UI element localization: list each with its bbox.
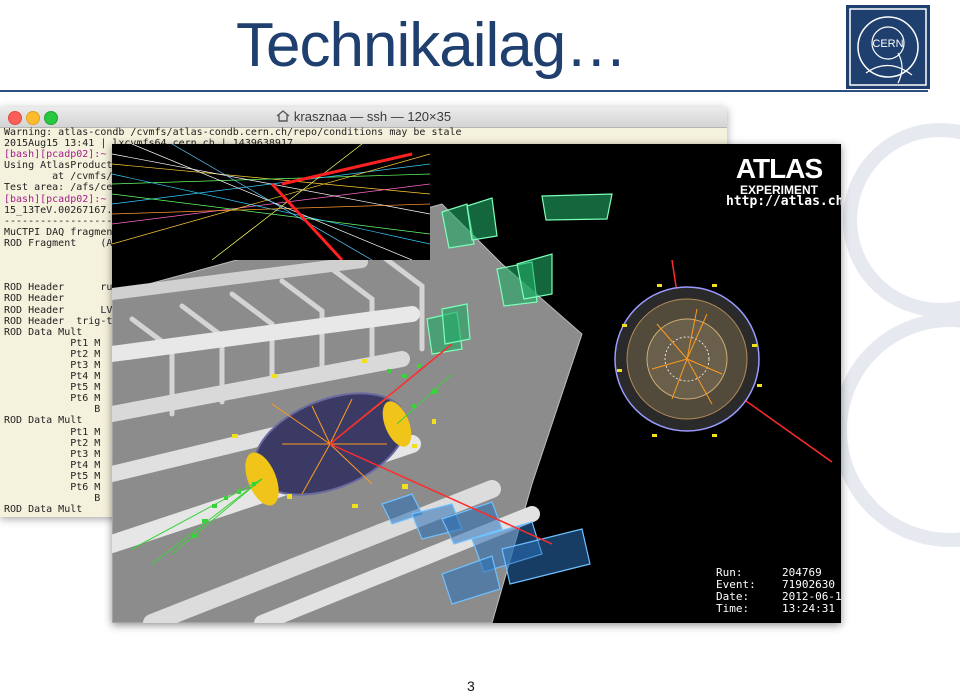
slide-title: Technikailag… (236, 11, 627, 80)
run-info-label: Time: (716, 602, 750, 615)
page-number: 3 (467, 678, 475, 694)
atlas-logo-name: ATLAS (735, 153, 823, 184)
cern-logo-text: CERN (872, 38, 903, 50)
header-rule (0, 90, 928, 92)
home-icon (276, 110, 290, 122)
terminal-line: Warning: atlas-condb /cvmfs/atlas-condb.… (4, 127, 462, 138)
run-info-row: Time: 13:24:31 CEST (716, 603, 841, 615)
run-info-panel: Run:204769Event:71902630Date:2012-06-10T… (716, 567, 841, 615)
terminal-titlebar[interactable]: krasznaa — ssh — 120×35 (0, 107, 727, 128)
inner-detector-inset (112, 144, 430, 260)
background-cern-watermark (833, 123, 960, 547)
terminal-title: krasznaa — ssh — 120×35 (293, 109, 452, 124)
atlas-event-display: ATLAS EXPERIMENT http://atlas.ch Run: 204… (112, 144, 841, 623)
end-view (614, 284, 762, 437)
atlas-url: http://atlas.ch (726, 194, 841, 209)
terminal-title-wrap: krasznaa — ssh — 120×35 (0, 107, 727, 127)
cern-logo: CERN (846, 5, 930, 89)
run-info-value: 13:24:31 CEST (782, 602, 835, 615)
